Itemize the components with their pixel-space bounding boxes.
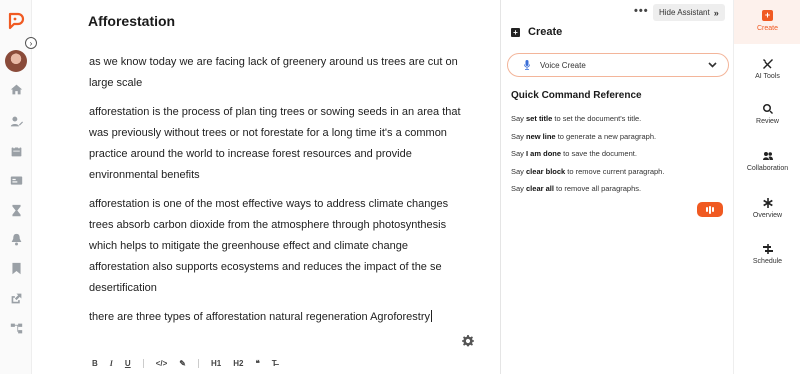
command-item: Say set title to set the document's titl… <box>511 114 642 123</box>
command-item: Say I am done to save the document. <box>511 149 637 159</box>
id-card-icon[interactable] <box>8 172 24 188</box>
user-edit-icon[interactable] <box>8 113 24 129</box>
bold-button[interactable]: B <box>92 359 98 368</box>
voice-create-label: Voice Create <box>540 60 586 70</box>
voice-record-button[interactable] <box>697 202 723 217</box>
command-item: Say clear all to remove all paragraphs. <box>511 184 642 194</box>
calendar-icon[interactable] <box>8 143 24 159</box>
tool-label: Schedule <box>752 258 783 265</box>
microphone-icon <box>523 60 531 70</box>
assistant-panel: ••• Hide Assistant » + Create Voice Crea… <box>500 0 733 374</box>
tool-label: AI Tools <box>755 73 780 80</box>
asterisk-icon <box>762 197 773 208</box>
italic-button[interactable]: I <box>110 359 113 368</box>
plus-square-icon: + <box>762 10 773 21</box>
paragraph[interactable]: afforestation is the process of plan tin… <box>89 102 464 186</box>
voice-create-dropdown[interactable]: Voice Create <box>507 53 729 77</box>
tool-label: Create <box>756 25 778 32</box>
tool-label: Overview <box>752 212 783 219</box>
chevron-down-icon <box>708 60 717 68</box>
bell-icon[interactable] <box>8 231 24 247</box>
create-title: Create <box>528 26 563 38</box>
workflow-icon[interactable] <box>8 320 24 336</box>
code-button[interactable]: </> <box>156 359 168 368</box>
app-logo-icon[interactable] <box>7 12 25 30</box>
audio-wave-icon <box>706 205 714 214</box>
create-section-header: + Create <box>511 26 562 38</box>
plus-square-icon: + <box>511 27 520 37</box>
command-item: Say new line to generate a new paragraph… <box>511 131 657 141</box>
gear-icon[interactable] <box>462 334 474 347</box>
double-chevron-right-icon: » <box>713 7 719 18</box>
paragraph[interactable]: afforestation is one of the most effecti… <box>89 194 464 299</box>
command-list: Say set title to set the document's titl… <box>511 110 664 198</box>
tool-label: Review <box>756 118 779 125</box>
tool-overview[interactable]: Overview <box>734 197 800 219</box>
tool-create[interactable]: + Create <box>734 0 800 44</box>
bookmark-icon[interactable] <box>8 260 24 276</box>
left-nav-rail: › <box>0 0 37 374</box>
format-toolbar: B I U </> ✎ H1 H2 ❝ T̶ <box>92 356 289 370</box>
tools-rail: + Create AI Tools Review Collaboration O… <box>733 0 800 374</box>
heading-1-button[interactable]: H1 <box>211 359 221 368</box>
home-icon[interactable] <box>8 81 24 97</box>
highlight-button[interactable]: ✎ <box>179 359 186 368</box>
app-window: › Afforestation as we know today we are … <box>0 0 800 374</box>
toolbar-divider <box>197 358 199 368</box>
tool-collaboration[interactable]: Collaboration <box>734 150 800 172</box>
hide-assistant-label: Hide Assistant <box>659 8 710 17</box>
underline-button[interactable]: U <box>125 359 131 368</box>
paragraph[interactable]: as we know today we are facing lack of g… <box>89 52 464 94</box>
command-item: Say clear block to remove current paragr… <box>511 166 665 176</box>
document-title[interactable]: Afforestation <box>88 13 175 29</box>
toolbar-divider <box>142 358 144 368</box>
paragraph-text: there are three types of afforestation n… <box>89 311 430 323</box>
magnifier-icon <box>762 103 773 114</box>
clear-format-button[interactable]: T̶ <box>272 359 277 368</box>
tool-schedule[interactable]: Schedule <box>734 243 800 265</box>
tool-ai-tools[interactable]: AI Tools <box>734 58 800 80</box>
quick-command-reference-title: Quick Command Reference <box>511 90 642 101</box>
tool-review[interactable]: Review <box>734 103 800 125</box>
avatar[interactable] <box>5 50 27 72</box>
heading-2-button[interactable]: H2 <box>233 359 243 368</box>
tools-icon <box>762 58 773 69</box>
more-options-button[interactable]: ••• <box>634 5 649 17</box>
collapse-sidebar-button[interactable]: › <box>25 37 37 49</box>
quote-button[interactable]: ❝ <box>255 359 259 368</box>
tool-label: Collaboration <box>746 165 789 172</box>
document-editor[interactable]: Afforestation as we know today we are fa… <box>32 0 500 374</box>
share-icon[interactable] <box>8 290 24 306</box>
text-cursor <box>431 310 432 322</box>
hourglass-icon[interactable] <box>8 202 24 218</box>
document-body[interactable]: as we know today we are facing lack of g… <box>89 52 464 336</box>
users-icon <box>762 150 773 161</box>
hide-assistant-button[interactable]: Hide Assistant » <box>653 4 725 21</box>
schedule-icon <box>762 243 773 254</box>
paragraph[interactable]: there are three types of afforestation n… <box>89 307 464 328</box>
